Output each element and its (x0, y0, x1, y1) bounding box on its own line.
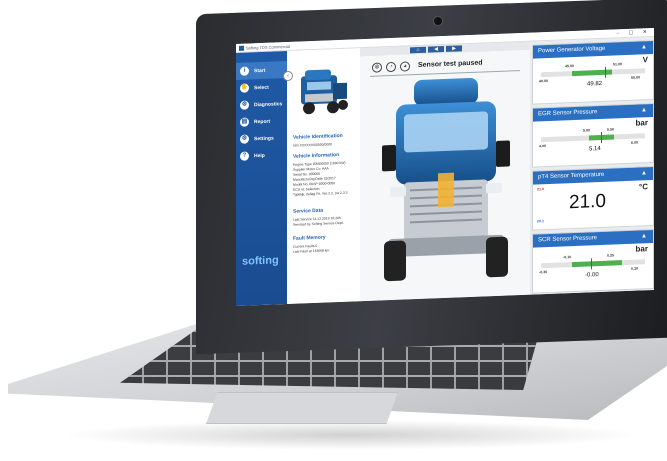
gauge-bar (541, 66, 645, 78)
sidebar-item-report[interactable]: ▤ Report (236, 112, 287, 131)
forward-button[interactable]: ▶ (446, 45, 462, 52)
vehicle-information-title: Vehicle Information (293, 152, 340, 160)
pt4-sensor-temperature-panel: pT4 Sensor Temperature ▲ °C 21.0 21.0 20… (532, 165, 654, 231)
info-line: Model No. 00AP-0000-0000 (293, 181, 336, 187)
gauge-min: 4.00 (539, 144, 546, 149)
sidebar-item-label: Report (254, 118, 271, 125)
sidebar-item-settings[interactable]: ⚙ Settings (236, 129, 287, 148)
help-icon: ? (240, 151, 249, 161)
truck-illustration[interactable] (376, 70, 516, 285)
truck-thumbnail (301, 69, 348, 115)
home-button[interactable]: ⌂ (410, 46, 426, 54)
info-line: Supplier Motor Co. AAA (293, 166, 329, 172)
gauge-bar (541, 131, 645, 143)
unit-label: bar (635, 244, 648, 254)
gauge-max: 6.00 (631, 140, 638, 145)
panel-header[interactable]: Power Generator Voltage ▲ (533, 40, 653, 59)
sidebar-item-label: Help (254, 152, 265, 159)
gauge-min: 40.00 (539, 79, 548, 84)
status-text: Sensor test paused (418, 59, 483, 70)
sidebar-item-help[interactable]: ? Help (236, 146, 287, 165)
vin-text: VIN XXXXXX/00000/0000 (293, 142, 333, 148)
fault-line: Last Fault at 133668 km (293, 248, 330, 254)
panel-title: Power Generator Voltage (538, 45, 606, 55)
upper-threshold: 0.25 (607, 253, 614, 258)
sidebar-item-start[interactable]: i Start (236, 61, 287, 80)
gauge-needle (601, 131, 603, 143)
diagnostics-icon: ⚙ (240, 100, 249, 110)
gauge-ok-range (572, 260, 623, 268)
gear-icon: ⚙ (240, 134, 249, 144)
current-value: 21.0 (569, 190, 606, 214)
chevron-up-icon[interactable]: ▲ (641, 167, 647, 180)
unit-label: °C (639, 182, 648, 192)
sensor-panels: Power Generator Voltage ▲ V 45.00 51.00 … (530, 36, 654, 295)
back-button[interactable]: ◀ (428, 46, 444, 53)
unit-label: bar (635, 118, 648, 128)
sidebar-item-label: Settings (254, 135, 274, 142)
gauge-min: -0.30 (539, 270, 548, 275)
chevron-up-icon[interactable]: ▲ (641, 230, 647, 243)
gauge-max: 0.30 (631, 266, 638, 271)
panel-title: SCR Sensor Pressure (538, 235, 598, 244)
laptop-shadow (60, 420, 640, 450)
panel-title: pT4 Sensor Temperature (538, 171, 605, 181)
webcam-icon (433, 16, 443, 26)
current-value: -0.00 (585, 272, 599, 279)
lower-threshold: -0.10 (563, 255, 572, 260)
window-title: Softing TDS Commercial (246, 43, 290, 51)
softing-logo: softing (242, 254, 279, 268)
upper-threshold: 51.00 (613, 62, 622, 67)
service-line: Serviced by Softing Service Dept. (293, 220, 344, 227)
lower-threshold: 5.00 (583, 128, 590, 133)
lower-threshold: 45.00 (565, 64, 574, 69)
speedometer-icon[interactable]: ◕ (400, 61, 410, 72)
panel-title: EGR Sensor Pressure (538, 109, 598, 118)
laptop-touchpad (206, 392, 398, 424)
scr-sensor-pressure-panel: SCR Sensor Pressure ▲ bar -0.10 0.25 -0.… (532, 228, 654, 294)
vehicle-identification-title: Vehicle Identification (293, 132, 343, 141)
collapse-panel-button[interactable]: ‹ (283, 70, 293, 82)
current-value: 5.14 (589, 145, 601, 153)
fault-memory-title: Fault Memory (293, 234, 326, 242)
sidebar-item-label: Diagnostics (254, 100, 283, 108)
application-window: Softing TDS Commercial – ▢ ✕ i Start ✋ S… (236, 27, 654, 307)
app-logo-icon (239, 45, 244, 51)
sidebar-item-label: Start (254, 67, 266, 74)
info-line: Tijdelijk, defiag Fit, Yes 2.2, sw 2.3.3 (293, 190, 348, 197)
unit-label: V (642, 55, 648, 65)
gauge-bar (541, 258, 645, 270)
gauge-needle (605, 66, 607, 78)
hand-icon: ✋ (240, 83, 249, 93)
upper-limit: 21.0 (537, 187, 544, 192)
gauge-icon[interactable]: ◔ (386, 61, 396, 73)
egr-sensor-pressure-panel: EGR Sensor Pressure ▲ bar 5.00 5.50 4.00… (532, 102, 654, 168)
info-icon: i (240, 66, 249, 76)
lower-limit: 20.1 (537, 219, 544, 224)
report-icon: ▤ (240, 117, 249, 127)
sidebar-item-diagnostics[interactable]: ⚙ Diagnostics (236, 95, 287, 114)
upper-threshold: 5.50 (607, 127, 614, 132)
sidebar: i Start ✋ Select ⚙ Diagnostics ▤ Report … (236, 51, 287, 307)
chevron-up-icon[interactable]: ▲ (641, 104, 647, 117)
service-data-title: Service Data (293, 207, 324, 215)
chevron-up-icon[interactable]: ▲ (641, 41, 647, 54)
current-value: 49.82 (587, 80, 603, 88)
stop-test-icon[interactable]: ⊗ (372, 62, 382, 73)
gauge-max: 55.00 (631, 75, 640, 80)
sidebar-item-label: Select (254, 84, 269, 91)
gauge-needle (590, 258, 592, 270)
panel-header[interactable]: pT4 Sensor Temperature ▲ (533, 166, 653, 185)
main-view: ⊗ ◔ ◕ Sensor test paused (360, 49, 530, 302)
sidebar-item-select[interactable]: ✋ Select (236, 78, 287, 97)
vehicle-info-panel: ‹ Vehicle Identification VIN XXXXXX/0000… (283, 48, 361, 305)
power-generator-voltage-panel: Power Generator Voltage ▲ V 45.00 51.00 … (532, 39, 654, 105)
